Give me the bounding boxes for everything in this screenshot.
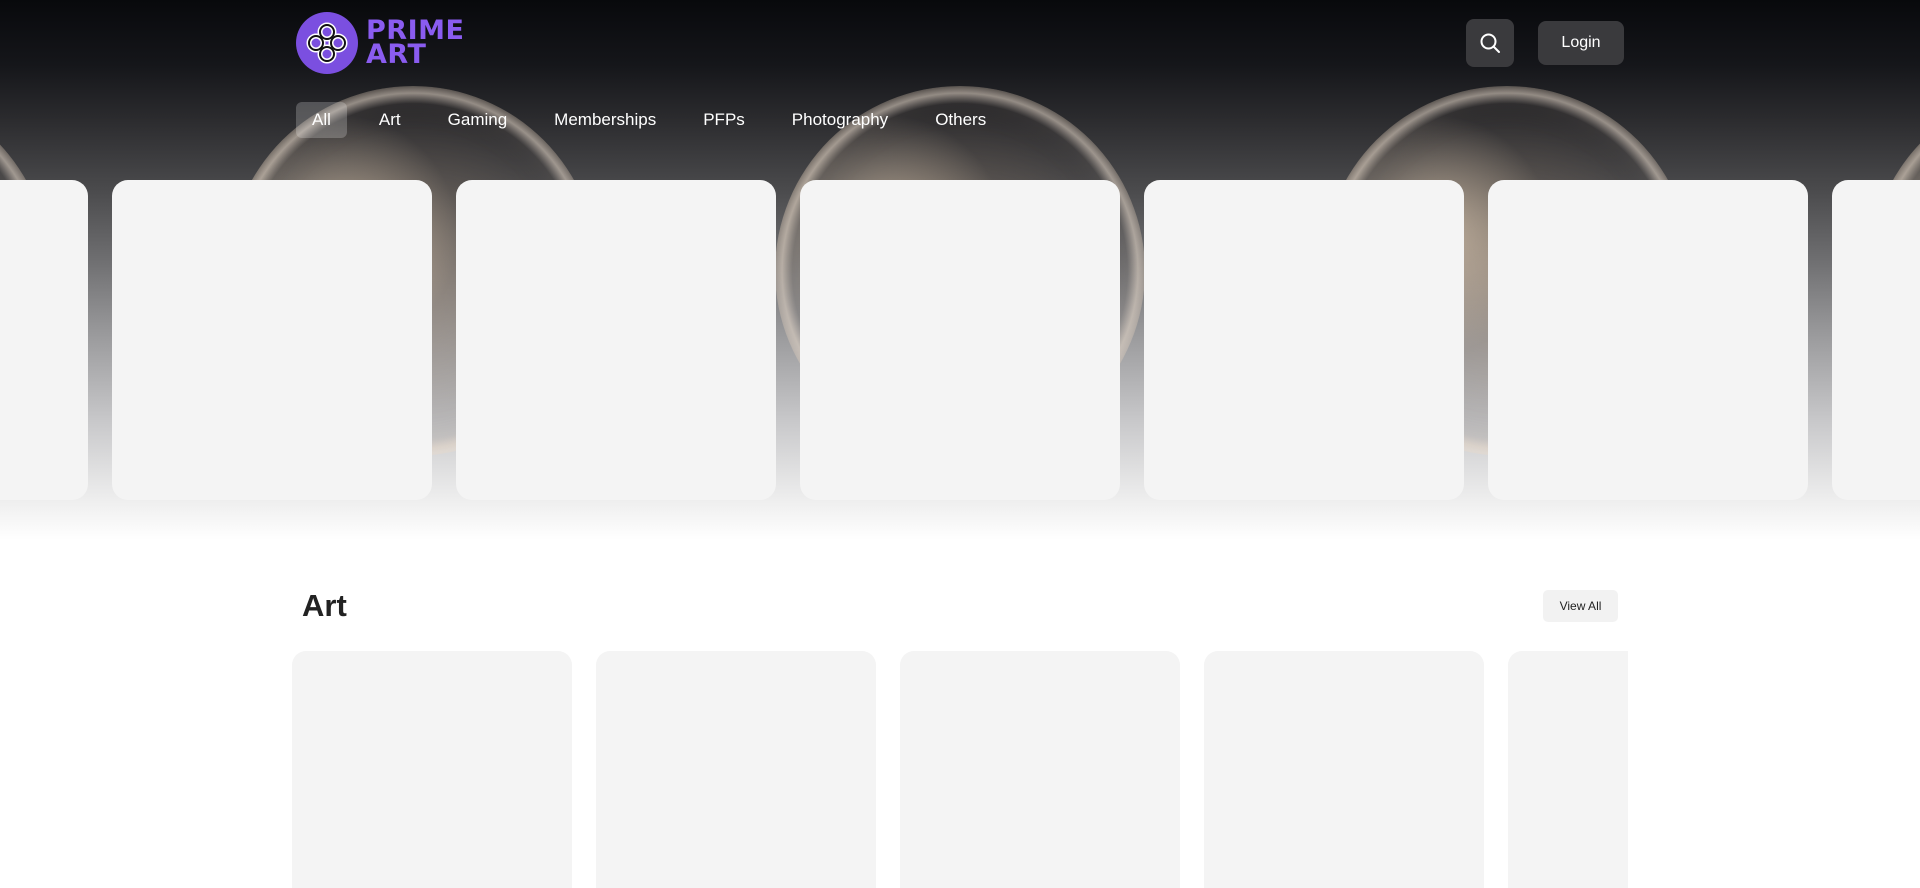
- featured-card[interactable]: [456, 180, 776, 500]
- prime-art-knot-icon: [296, 12, 358, 74]
- logo-wordmark: PRIME ART: [366, 17, 464, 70]
- nav-item-photography[interactable]: Photography: [777, 102, 903, 138]
- art-card[interactable]: [1204, 651, 1484, 888]
- featured-card[interactable]: [0, 180, 88, 500]
- nav-item-art[interactable]: Art: [364, 102, 416, 138]
- login-button[interactable]: Login: [1538, 21, 1624, 65]
- art-card-row: [292, 651, 1628, 888]
- featured-card[interactable]: [1144, 180, 1464, 500]
- featured-card[interactable]: [1488, 180, 1808, 500]
- category-nav: All Art Gaming Memberships PFPs Photogra…: [296, 102, 1018, 138]
- logo[interactable]: PRIME ART: [296, 12, 492, 74]
- featured-card[interactable]: [112, 180, 432, 500]
- nav-item-all[interactable]: All: [296, 102, 347, 138]
- nav-item-memberships[interactable]: Memberships: [539, 102, 671, 138]
- logo-line-2: ART: [366, 39, 427, 70]
- nav-item-gaming[interactable]: Gaming: [433, 102, 523, 138]
- search-button[interactable]: [1466, 19, 1514, 67]
- art-card[interactable]: [596, 651, 876, 888]
- nav-item-others[interactable]: Others: [920, 102, 1001, 138]
- art-card[interactable]: [292, 651, 572, 888]
- featured-card[interactable]: [1832, 180, 1920, 500]
- view-all-button[interactable]: View All: [1543, 590, 1618, 622]
- featured-card[interactable]: [800, 180, 1120, 500]
- top-bar: PRIME ART Login: [0, 0, 1920, 88]
- art-card[interactable]: [900, 651, 1180, 888]
- nav-item-pfps[interactable]: PFPs: [688, 102, 760, 138]
- section-title-art: Art: [302, 588, 347, 623]
- art-card[interactable]: [1508, 651, 1628, 888]
- search-icon: [1480, 33, 1500, 53]
